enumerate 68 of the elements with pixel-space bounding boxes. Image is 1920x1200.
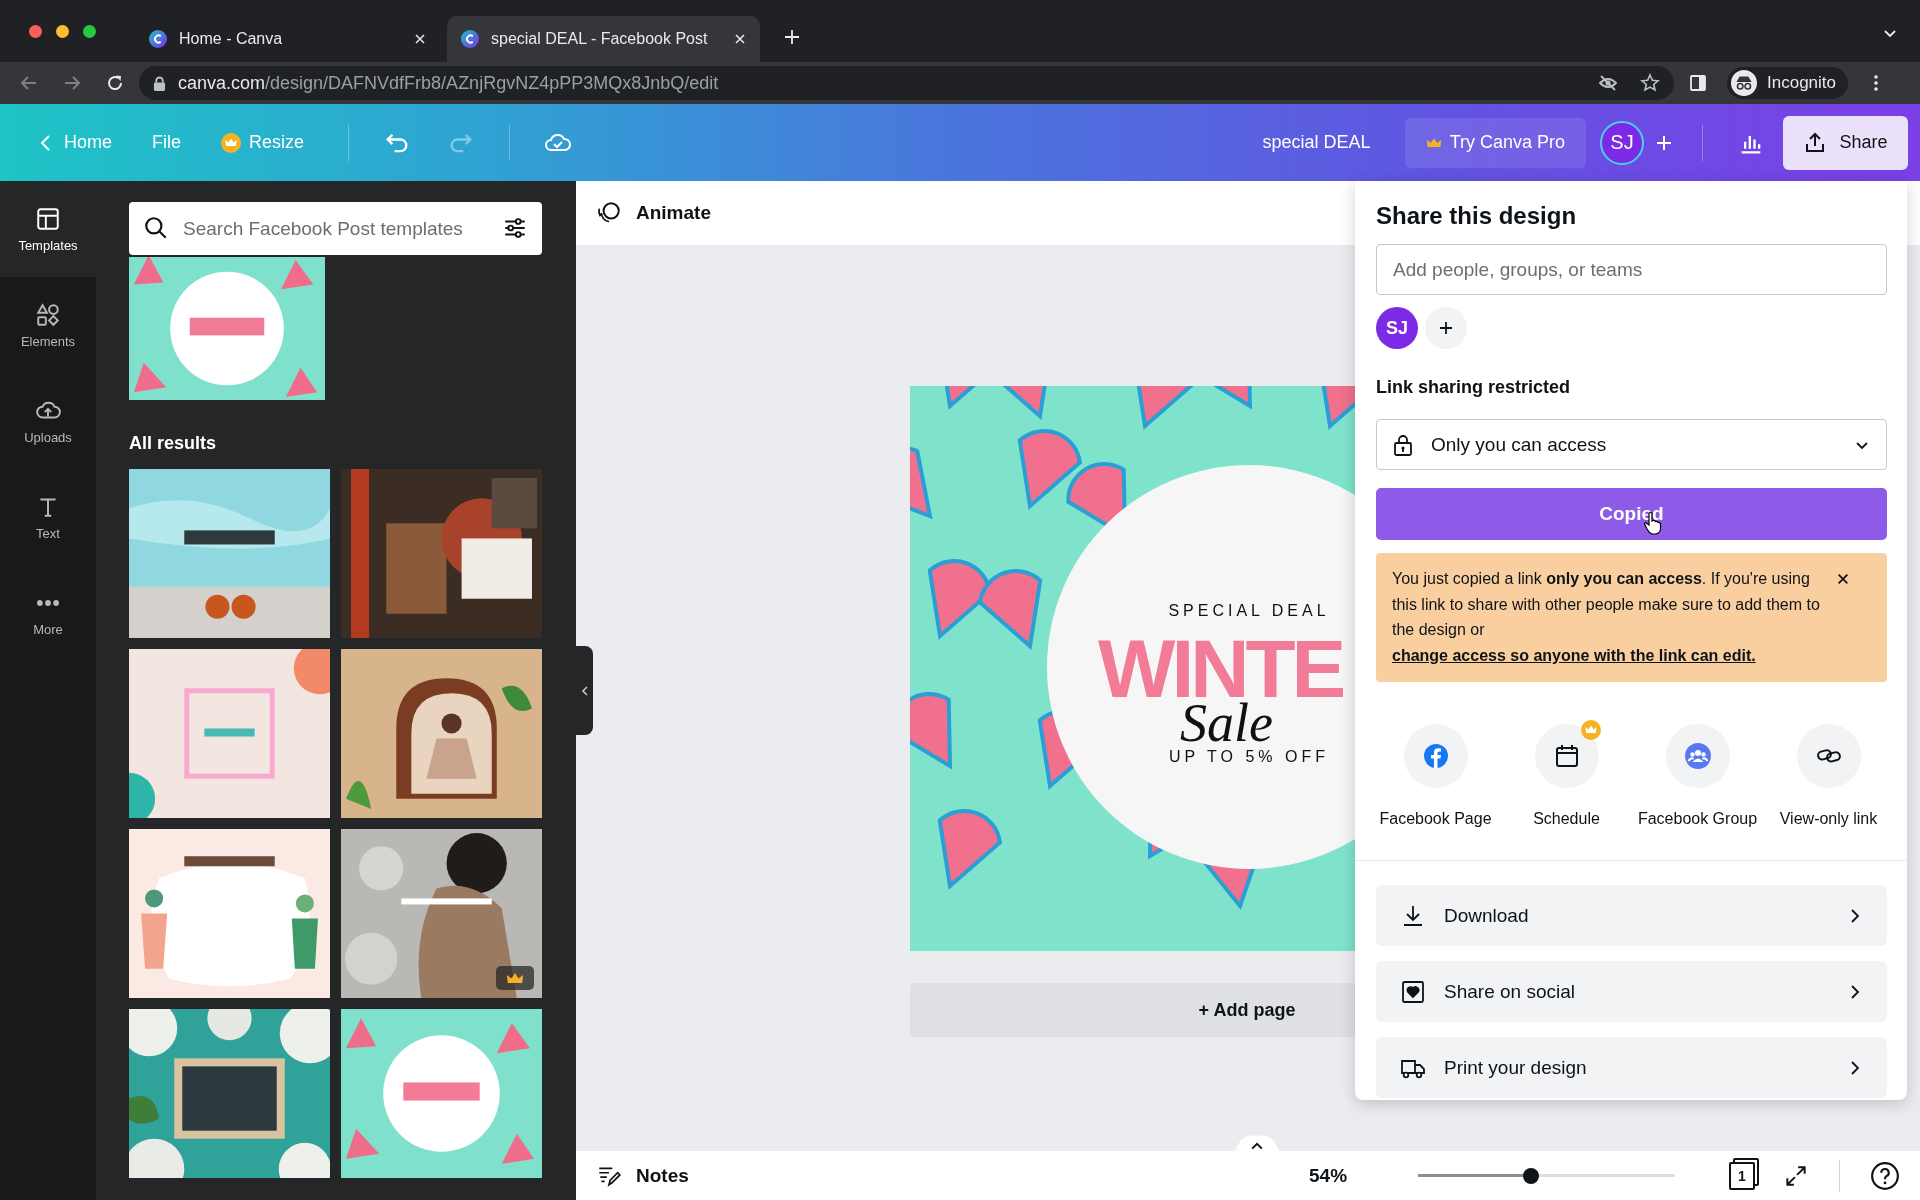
star-icon[interactable] — [1640, 73, 1660, 93]
access-dropdown[interactable]: Only you can access — [1376, 419, 1887, 470]
sidebar-item[interactable]: Text — [0, 469, 96, 565]
notes-button[interactable]: Notes — [636, 1164, 689, 1187]
section-heading: Link sharing restricted — [1376, 376, 1572, 399]
share-action[interactable]: Share on social — [1376, 961, 1887, 1023]
sidebar-item[interactable]: Templates — [0, 181, 96, 277]
notice-text: You just copied a link only you can access. If you're using this link to share with other people make sure to add them to the design or change access so anyone with the link can edit. — [1392, 569, 1821, 666]
incognito-icon — [1731, 70, 1757, 96]
add-collaborator-button[interactable] — [1425, 307, 1467, 349]
minimize-window-icon[interactable] — [56, 24, 69, 38]
search-icon — [143, 215, 169, 241]
sidebar-item[interactable]: Uploads — [0, 373, 96, 469]
share-option[interactable]: Facebook Page — [1370, 724, 1501, 845]
collapse-panel-button[interactable] — [576, 646, 593, 735]
lock-icon — [153, 75, 166, 91]
design-page[interactable]: SPECIAL DEAL WINTE Sale UP TO 5% OFF — [910, 386, 1355, 951]
design-title[interactable]: special DEAL — [1262, 132, 1371, 153]
add-people-field[interactable]: Add people, groups, or teams — [1376, 244, 1887, 295]
browser-tab[interactable]: Home - Canva — [135, 16, 440, 62]
help-icon[interactable] — [1870, 1160, 1900, 1191]
change-access-link[interactable]: change access so anyone with the link can edit. — [1392, 646, 1756, 664]
maximize-window-icon[interactable] — [83, 24, 96, 38]
slider-thumb[interactable] — [1523, 1167, 1540, 1184]
try-pro-button[interactable]: Try Canva Pro — [1404, 117, 1586, 168]
sidebar-item[interactable]: More — [0, 565, 96, 661]
favicon-icon — [461, 30, 479, 48]
share-option[interactable]: Schedule — [1501, 724, 1632, 845]
address-bar[interactable]: canva.com/design/DAFNVdfFrb8/AZnjRgvNZ4pPP3MQx8JnbQ/edit — [139, 66, 1674, 100]
reload-icon[interactable] — [105, 73, 125, 93]
profile-button[interactable]: Incognito — [1727, 67, 1848, 99]
design-offer-text[interactable]: UP TO 5% OFF — [1149, 748, 1349, 766]
search-field[interactable]: Search Facebook Post templates — [129, 202, 542, 255]
close-window-icon[interactable] — [29, 24, 42, 38]
eye-off-icon[interactable] — [1598, 73, 1618, 93]
collaborator-avatar[interactable]: SJ — [1376, 307, 1418, 349]
url-text: canva.com/design/DAFNVdfFrb8/AZnjRgvNZ4pPP3MQx8JnbQ/edit — [178, 72, 720, 94]
sidebar-item[interactable]: Elements — [0, 277, 96, 373]
filter-icon[interactable] — [502, 215, 528, 241]
close-icon[interactable] — [1836, 572, 1850, 586]
side-panel-icon[interactable] — [1688, 73, 1708, 93]
more-icon — [37, 599, 59, 606]
lock-icon — [1391, 432, 1415, 457]
design-subtitle[interactable]: SPECIAL DEAL — [1149, 602, 1349, 620]
favicon-icon — [149, 30, 167, 48]
add-page-button[interactable]: + Add page — [910, 983, 1355, 1037]
crown-icon — [221, 132, 242, 153]
social-icon — [1400, 978, 1426, 1005]
new-tab-icon[interactable] — [784, 29, 800, 45]
share-option[interactable]: View-only link — [1763, 724, 1894, 845]
animate-button[interactable]: Animate — [636, 202, 711, 224]
copy-link-button[interactable]: Copied — [1376, 488, 1887, 540]
crown-icon — [1425, 136, 1442, 149]
browser-tab[interactable]: special DEAL - Facebook Post — [447, 16, 760, 62]
elements-icon — [35, 301, 61, 328]
zoom-level[interactable]: 54% — [1309, 1164, 1359, 1187]
section-heading: All results — [129, 433, 218, 454]
share-action[interactable]: Print your design — [1376, 1037, 1887, 1099]
share-option[interactable]: Facebook Group — [1632, 724, 1763, 845]
popover-title: Share this design — [1376, 201, 1578, 231]
share-button[interactable]: Share — [1783, 115, 1908, 170]
share-action[interactable]: Download — [1376, 885, 1887, 947]
facebook-icon — [1421, 742, 1450, 771]
templates-icon — [35, 205, 61, 232]
group-icon — [1683, 742, 1712, 771]
premium-badge — [496, 966, 534, 990]
design-script-text[interactable]: Sale — [1180, 702, 1273, 746]
user-avatar[interactable]: SJ — [1600, 120, 1644, 165]
